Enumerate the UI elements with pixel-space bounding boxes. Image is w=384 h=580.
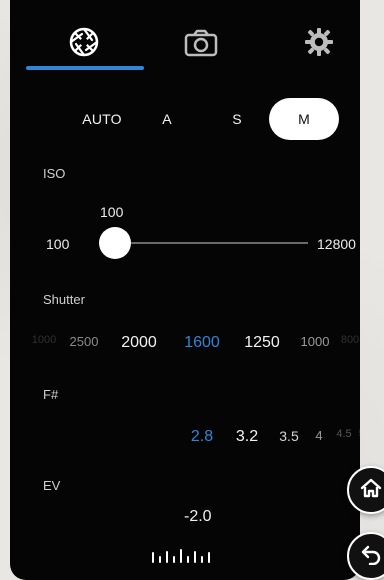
- iso-max-value: 12800: [317, 236, 356, 252]
- camera-icon: [184, 27, 218, 57]
- fnumber-value[interactable]: 5: [358, 428, 360, 438]
- shutter-value[interactable]: 2500: [70, 334, 99, 349]
- shutter-value-selected[interactable]: 1600: [184, 334, 220, 352]
- fnumber-wheel[interactable]: 2.8 3.2 3.5 4 4.5 5: [10, 428, 360, 452]
- fnumber-value[interactable]: 3.5: [279, 428, 298, 444]
- mode-a[interactable]: A: [142, 98, 192, 140]
- tab-aperture[interactable]: [25, 18, 143, 66]
- fnumber-value-selected[interactable]: 2.8: [191, 428, 213, 446]
- tab-camera[interactable]: [142, 18, 260, 66]
- fnumber-value[interactable]: 3.2: [236, 428, 258, 446]
- home-icon: [360, 477, 382, 504]
- active-tab-indicator: [26, 66, 144, 70]
- camera-settings-panel: AUTO A S M ISO 100 100 12800 Shutter 100…: [10, 0, 360, 580]
- ev-scale-ticks[interactable]: [151, 546, 211, 564]
- back-arrow-icon: [360, 543, 382, 570]
- shutter-value[interactable]: 2000: [121, 334, 157, 352]
- shutter-value[interactable]: 1000: [301, 334, 330, 349]
- shutter-value[interactable]: 1000: [32, 334, 56, 346]
- shutter-value[interactable]: 1250: [244, 334, 280, 352]
- iso-slider-thumb[interactable]: [99, 227, 131, 259]
- fnumber-value[interactable]: 4.5: [336, 428, 351, 440]
- shutter-value[interactable]: 800: [341, 334, 359, 346]
- tab-settings[interactable]: [260, 18, 360, 66]
- ev-label: EV: [43, 478, 61, 493]
- mode-m[interactable]: M: [269, 98, 339, 140]
- top-tabs: [10, 0, 360, 74]
- shutter-wheel[interactable]: 1000 2500 2000 1600 1250 1000 800: [10, 334, 360, 358]
- aperture-icon: [69, 27, 99, 57]
- gear-icon: [304, 27, 334, 57]
- iso-min-value: 100: [46, 236, 70, 252]
- iso-label: ISO: [43, 166, 66, 181]
- mode-selector: AUTO A S M: [10, 98, 360, 140]
- mode-auto[interactable]: AUTO: [67, 98, 137, 140]
- iso-current-value: 100: [100, 204, 124, 220]
- fnumber-value[interactable]: 4: [315, 428, 322, 443]
- ev-value: -2.0: [184, 508, 212, 525]
- shutter-label: Shutter: [43, 292, 85, 307]
- mode-s[interactable]: S: [212, 98, 262, 140]
- iso-slider-track[interactable]: [122, 242, 308, 244]
- fnumber-label: F#: [43, 387, 59, 402]
